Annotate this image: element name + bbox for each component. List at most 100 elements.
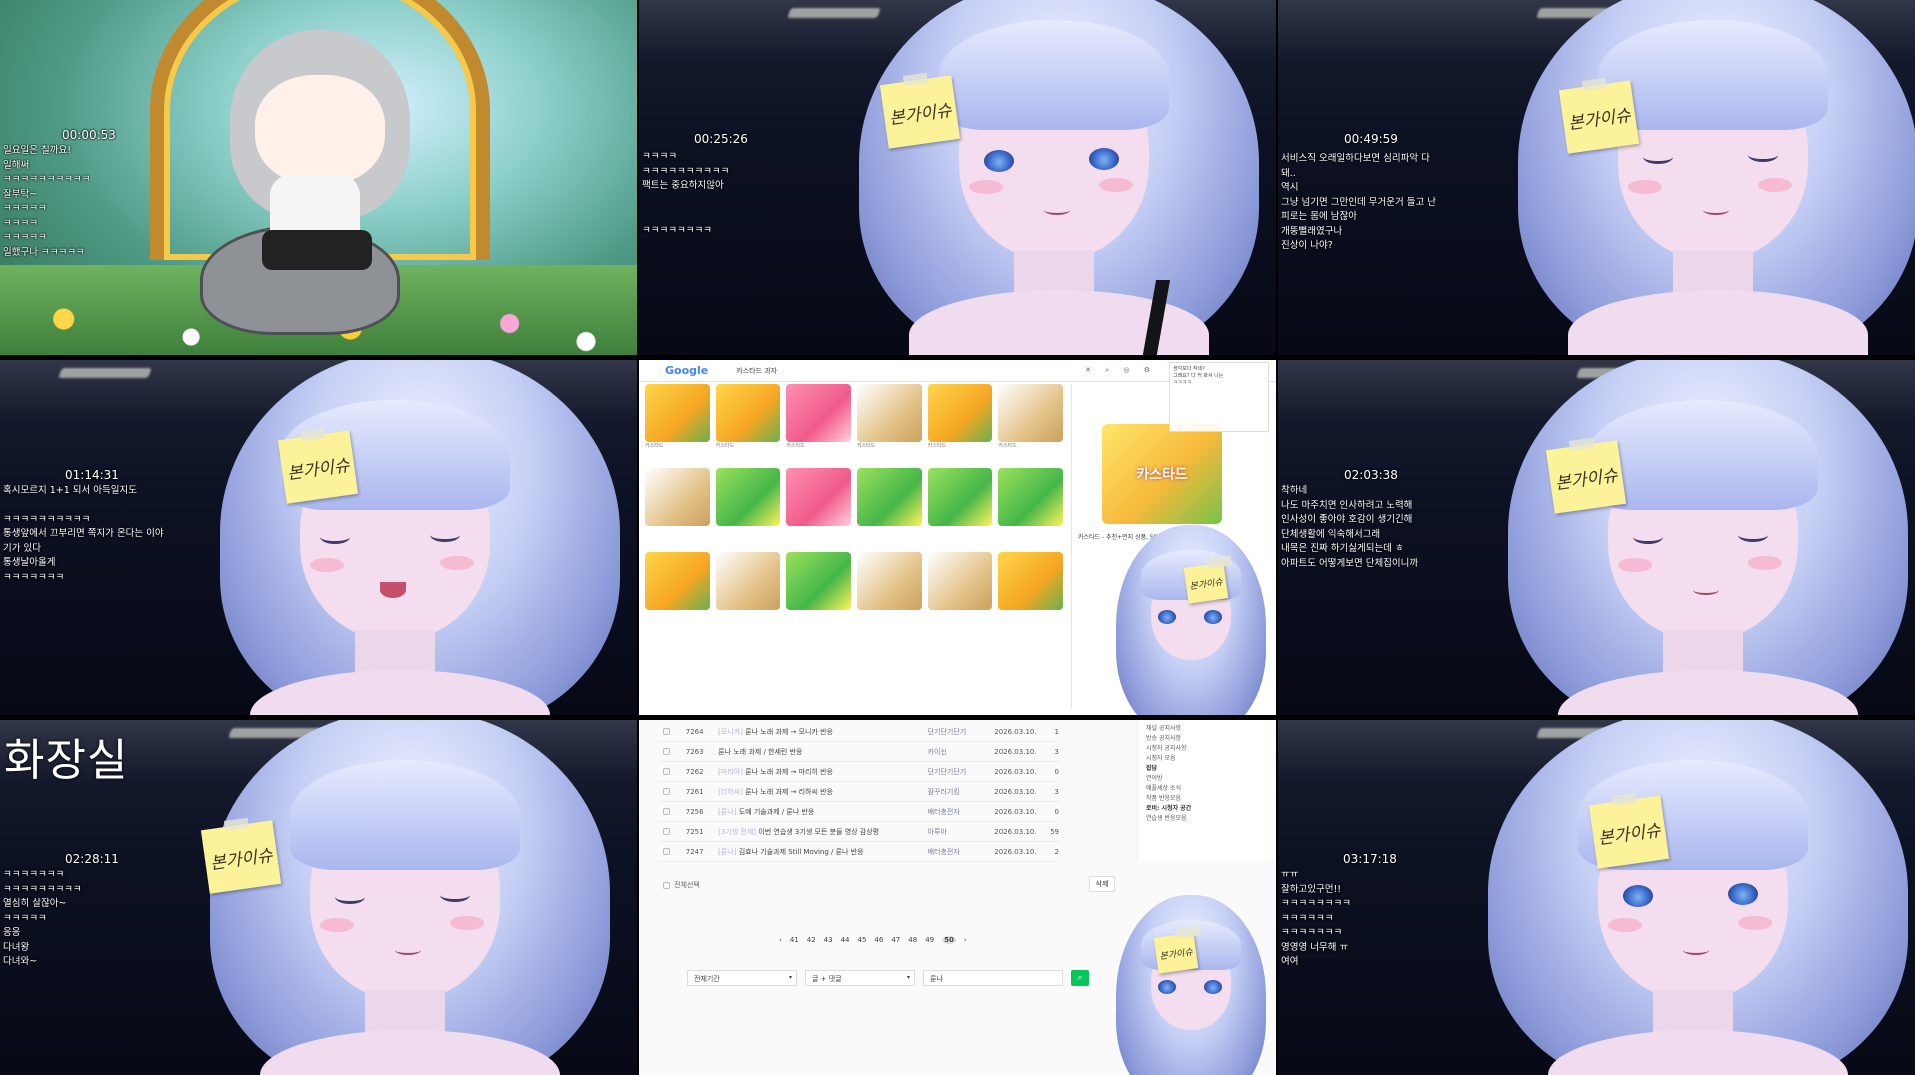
select-all[interactable]: 전체선택 — [663, 880, 700, 890]
post-title[interactable]: [룬나] 김효나 기술과제 Still Moving / 룬나 반응 — [718, 847, 927, 857]
post-title[interactable]: [3기생 전체] 이번 연습생 3기생 모든 분들 영상 감상평 — [718, 827, 927, 837]
sidebar-item[interactable]: 로비: 시청자 공간 — [1146, 804, 1268, 814]
post-author[interactable]: 단기단기단기 — [928, 727, 995, 737]
page-link[interactable]: 46 — [874, 936, 883, 944]
post-title[interactable]: 룬나 노래 과제 / 한세린 반응 — [718, 747, 927, 757]
row-checkbox[interactable] — [663, 748, 670, 755]
product-image[interactable] — [786, 468, 851, 526]
page-prev[interactable]: ‹ — [779, 936, 782, 944]
post-title[interactable]: [리하씨] 룬나 노래 과제 → 리하씨 반응 — [718, 787, 927, 797]
page-link[interactable]: 48 — [908, 936, 917, 944]
sidebar-item[interactable]: 애플세상 소식 — [1146, 784, 1268, 794]
page-link[interactable]: 42 — [807, 936, 816, 944]
image-result[interactable]: 카스타드 — [715, 384, 781, 462]
search-button[interactable]: ⌕ — [1071, 970, 1089, 986]
image-result[interactable] — [715, 468, 781, 546]
post-author[interactable]: 단기단기단기 — [928, 767, 995, 777]
page-next[interactable]: › — [964, 936, 967, 944]
page-current[interactable]: 50 — [942, 936, 956, 944]
search-type-select[interactable]: 글 + 댓글 ▾ — [805, 970, 915, 986]
product-image[interactable] — [715, 468, 781, 526]
product-image[interactable] — [927, 384, 993, 442]
page-link[interactable]: 44 — [841, 936, 850, 944]
post-author[interactable]: 배터충전자 — [928, 807, 995, 817]
page-link[interactable]: 45 — [858, 936, 867, 944]
image-result[interactable] — [786, 468, 851, 546]
post-author[interactable]: 배터충전자 — [928, 847, 995, 857]
post-title-text[interactable]: 룬나 노래 과제 / 한세린 반응 — [718, 748, 802, 756]
select-all-checkbox[interactable] — [663, 881, 670, 889]
product-image[interactable] — [715, 552, 781, 610]
post-author[interactable]: 카이신 — [928, 747, 995, 757]
delete-button[interactable]: 삭제 — [1089, 876, 1115, 892]
row-checkbox[interactable] — [663, 728, 670, 735]
sidebar-item[interactable]: 시청자 모음 — [1146, 754, 1268, 764]
table-row[interactable]: 7251 [3기생 전체] 이번 연습생 3기생 모든 분들 영상 감상평 아루… — [659, 822, 1059, 842]
image-result[interactable]: 카스타드 — [998, 384, 1063, 462]
product-image[interactable] — [856, 552, 922, 610]
product-image[interactable] — [645, 384, 710, 442]
image-result[interactable] — [856, 552, 922, 630]
row-checkbox[interactable] — [663, 768, 670, 775]
product-image[interactable] — [856, 468, 922, 526]
preview-image[interactable]: 카스타드 — [1102, 424, 1222, 524]
post-author[interactable]: 아루아 — [928, 827, 995, 837]
product-image[interactable] — [927, 468, 993, 526]
product-image[interactable] — [998, 468, 1063, 526]
product-image[interactable] — [927, 552, 993, 610]
product-image[interactable] — [645, 468, 710, 526]
image-result[interactable] — [998, 468, 1063, 546]
image-result[interactable] — [645, 468, 710, 546]
row-checkbox[interactable] — [663, 828, 670, 835]
image-result[interactable] — [645, 552, 710, 630]
row-checkbox[interactable] — [663, 808, 670, 815]
post-title[interactable]: [모니카] 룬나 노래 과제 → 모니카 반응 — [718, 727, 927, 737]
post-title-text[interactable]: 도예 기술과제 / 룬나 반응 — [739, 808, 815, 816]
sidebar-item[interactable]: 채널 공지사항 — [1146, 724, 1268, 734]
table-row[interactable]: 7262 [마리아] 룬나 노래 과제 → 마리히 반응 단기단기단기 2026… — [659, 762, 1059, 782]
image-result[interactable]: 카스타드 — [786, 384, 851, 462]
sidebar-item[interactable]: 작품 반응모음 — [1146, 794, 1268, 804]
sidebar-item[interactable]: 연습생 반응모음 — [1146, 814, 1268, 824]
product-image[interactable] — [998, 552, 1063, 610]
post-title-text[interactable]: 룬나 노래 과제 → 모니카 반응 — [745, 728, 833, 736]
image-result[interactable] — [927, 468, 993, 546]
row-checkbox[interactable] — [663, 848, 670, 855]
post-title[interactable]: [마리아] 룬나 노래 과제 → 마리히 반응 — [718, 767, 927, 777]
page-link[interactable]: 47 — [891, 936, 900, 944]
image-result[interactable] — [998, 552, 1063, 630]
sidebar-item[interactable]: 잡담 — [1146, 764, 1268, 774]
image-result[interactable] — [715, 552, 781, 630]
image-result[interactable] — [786, 552, 851, 630]
period-select[interactable]: 전체기간 ▾ — [687, 970, 797, 986]
image-result[interactable] — [856, 468, 922, 546]
post-title[interactable]: [룬나] 도예 기술과제 / 룬나 반응 — [718, 807, 927, 817]
image-result[interactable] — [927, 552, 993, 630]
sidebar-item[interactable]: 시청자 공지사항 — [1146, 744, 1268, 754]
sidebar-item[interactable]: 연어방 — [1146, 774, 1268, 784]
post-title-text[interactable]: 이번 연습생 3기생 모든 분들 영상 감상평 — [758, 828, 879, 836]
table-row[interactable]: 7256 [룬나] 도예 기술과제 / 룬나 반응 배터충전자 2026.03.… — [659, 802, 1059, 822]
page-link[interactable]: 49 — [925, 936, 934, 944]
post-author[interactable]: 잠꾸러기킹 — [928, 787, 995, 797]
sidebar-item[interactable]: 방송 공지사항 — [1146, 734, 1268, 744]
image-result[interactable]: 카스타드 — [645, 384, 710, 462]
page-link[interactable]: 43 — [824, 936, 833, 944]
search-input[interactable]: 룬나 — [923, 970, 1063, 986]
search-toolbar-icons[interactable]: ✕ ⌕ ◎ ⚙ — [1085, 366, 1156, 375]
post-title-text[interactable]: 김효나 기술과제 Still Moving / 룬나 반응 — [739, 848, 864, 856]
product-image[interactable] — [715, 384, 781, 442]
image-result[interactable]: 카스타드 — [856, 384, 922, 462]
table-row[interactable]: 7247 [룬나] 김효나 기술과제 Still Moving / 룬나 반응 … — [659, 842, 1059, 862]
page-link[interactable]: 41 — [790, 936, 799, 944]
product-image[interactable] — [856, 384, 922, 442]
image-result[interactable]: 카스타드 — [927, 384, 993, 462]
google-logo[interactable]: Google — [665, 364, 708, 377]
table-row[interactable]: 7263 룬나 노래 과제 / 한세린 반응 카이신 2026.03.10. 3 — [659, 742, 1059, 762]
product-image[interactable] — [786, 552, 851, 610]
search-query[interactable]: 카스타드 과자 — [736, 366, 777, 376]
table-row[interactable]: 7264 [모니카] 룬나 노래 과제 → 모니카 반응 단기단기단기 2026… — [659, 722, 1059, 742]
product-image[interactable] — [786, 384, 851, 442]
row-checkbox[interactable] — [663, 788, 670, 795]
post-title-text[interactable]: 룬나 노래 과제 → 마리히 반응 — [745, 768, 833, 776]
